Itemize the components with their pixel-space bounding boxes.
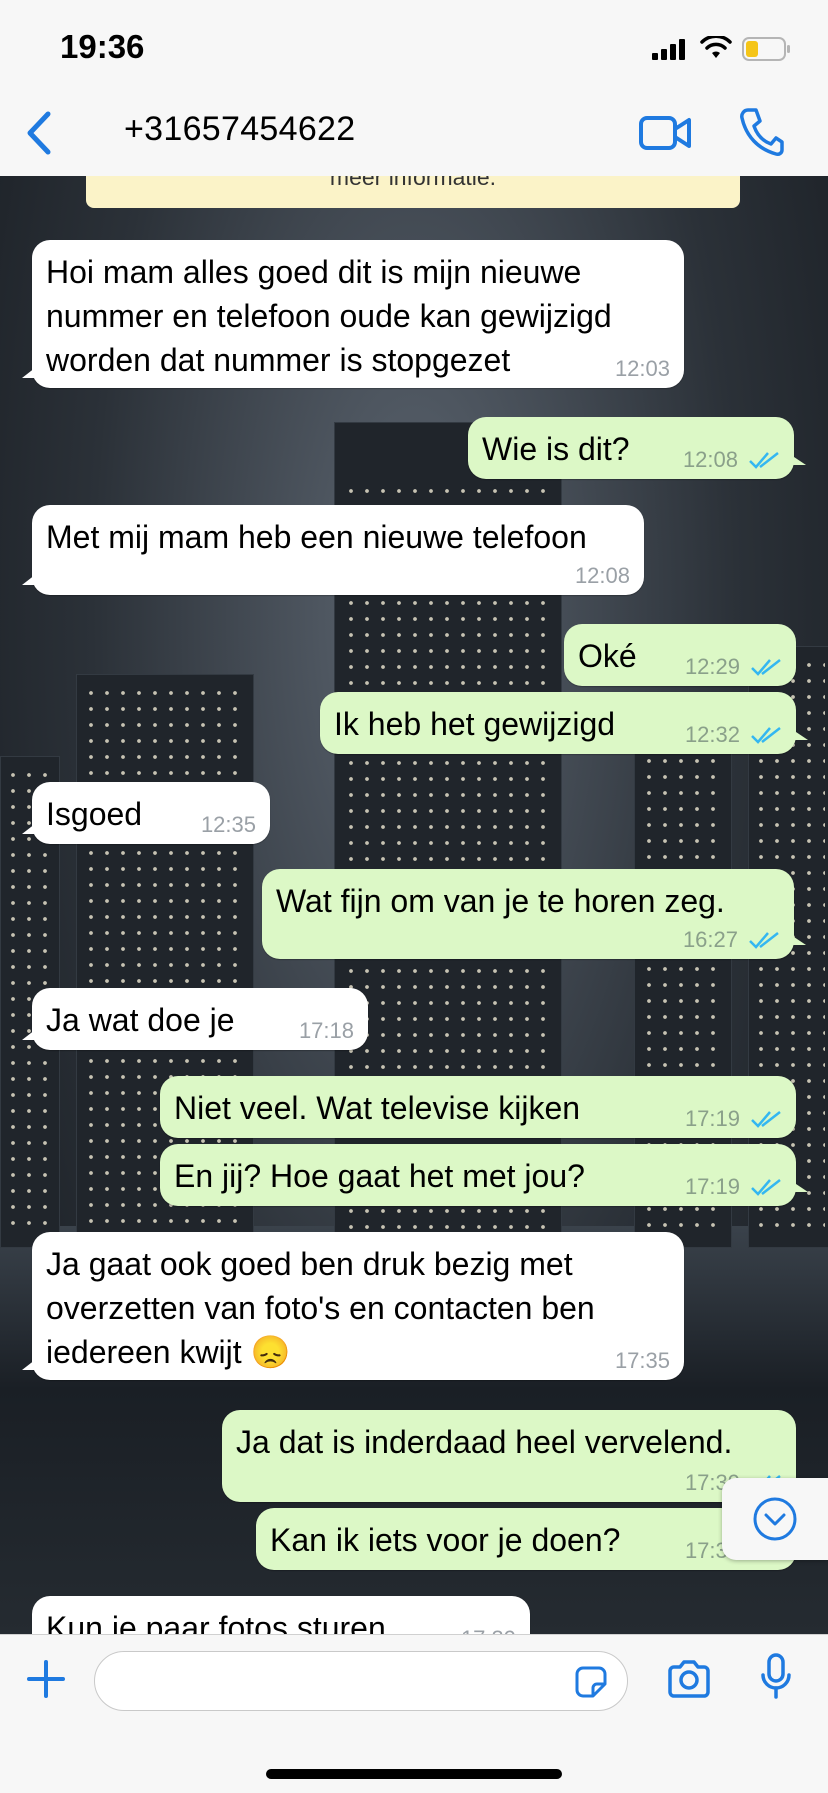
message-bubble-outgoing[interactable]: En jij? Hoe gaat het met jou? 17:19 xyxy=(160,1144,808,1206)
message-bubble-outgoing[interactable]: Niet veel. Wat televise kijken 17:19 xyxy=(160,1076,796,1138)
bubble-tail xyxy=(788,933,806,945)
read-receipt-icon xyxy=(751,1111,781,1128)
message-text: Niet veel. Wat televise kijken xyxy=(174,1090,581,1126)
message-text: Isgoed xyxy=(46,796,143,832)
message-time: 16:27 xyxy=(682,927,738,952)
message-composer xyxy=(0,1634,828,1793)
scroll-to-bottom-button[interactable] xyxy=(722,1478,828,1560)
message-bubble-outgoing[interactable]: Wat fijn om van je te horen zeg. 16:27 xyxy=(262,869,806,959)
message-text: Ja wat doe je xyxy=(46,1002,235,1038)
battery-icon xyxy=(742,37,790,61)
message-time: 12:32 xyxy=(684,722,740,747)
read-receipt-icon xyxy=(749,932,779,949)
message-bubble-incoming[interactable]: Ja gaat ook goed ben druk bezig met over… xyxy=(22,1232,684,1380)
bubble-tail xyxy=(22,1356,40,1370)
microphone-icon[interactable] xyxy=(760,1653,792,1701)
info-banner[interactable]: meer informatie. xyxy=(86,176,740,208)
message-text: Kun je paar fotos sturen xyxy=(46,1610,386,1634)
banner-text: meer informatie. xyxy=(329,176,497,190)
read-receipt-icon xyxy=(751,659,781,676)
message-time: 12:08 xyxy=(574,563,630,588)
chat-header: +31657454622 xyxy=(0,92,828,177)
bubble-tail xyxy=(22,364,40,378)
wifi-icon xyxy=(700,36,732,58)
message-text: Kan ik iets voor je doen? xyxy=(270,1522,621,1558)
message-time: 12:29 xyxy=(684,654,740,679)
video-call-icon[interactable] xyxy=(638,110,692,156)
message-time: 12:35 xyxy=(200,812,256,837)
message-bubble-incoming[interactable]: Met mij mam heb een nieuwe telefoon 12:0… xyxy=(22,505,644,595)
bubble-tail xyxy=(790,1180,808,1192)
message-input[interactable] xyxy=(94,1651,628,1711)
message-bubble-outgoing[interactable]: Kan ik iets voor je doen? 17:39 xyxy=(256,1508,808,1570)
message-time: 17:39 xyxy=(461,1626,516,1634)
status-bar: 19:36 xyxy=(0,0,828,92)
cellular-signal-icon xyxy=(652,39,685,60)
message-text: Wat fijn om van je te horen zeg. xyxy=(276,883,725,919)
message-text: Ik heb het gewijzigd xyxy=(334,706,616,742)
message-bubble-incoming[interactable]: Isgoed 12:35 xyxy=(22,782,270,844)
bubble-tail xyxy=(22,820,40,834)
home-indicator xyxy=(266,1769,562,1779)
bubble-tail xyxy=(22,1026,40,1040)
message-text: En jij? Hoe gaat het met jou? xyxy=(174,1158,585,1194)
message-time: 17:19 xyxy=(684,1174,740,1199)
bubble-tail xyxy=(22,571,40,585)
message-time: 12:03 xyxy=(614,356,670,381)
message-bubble-outgoing[interactable]: Wie is dit? 12:08 xyxy=(468,417,806,479)
message-text: Ja dat is inderdaad heel vervelend. xyxy=(236,1424,733,1460)
message-time: 17:18 xyxy=(298,1018,354,1043)
plus-icon[interactable] xyxy=(26,1659,66,1699)
message-bubble-incoming[interactable]: Hoi mam alles goed dit is mijn nieuwe nu… xyxy=(22,240,684,388)
message-text: Ja gaat ook goed ben druk bezig met over… xyxy=(46,1246,595,1370)
message-bubble-outgoing[interactable]: Oké 12:29 xyxy=(564,624,796,686)
message-bubble-incoming[interactable]: Ja wat doe je 17:18 xyxy=(22,988,368,1050)
message-text: Met mij mam heb een nieuwe telefoon xyxy=(46,519,587,555)
message-time: 17:35 xyxy=(614,1348,670,1373)
read-receipt-icon xyxy=(751,727,781,744)
message-time: 17:19 xyxy=(684,1106,740,1131)
chevron-left-icon[interactable] xyxy=(24,110,54,156)
message-text: Oké xyxy=(578,638,637,674)
read-receipt-icon xyxy=(751,1179,781,1196)
sticker-icon[interactable] xyxy=(573,1664,609,1700)
message-bubble-incoming[interactable]: Kun je paar fotos sturen 17:39 xyxy=(32,1596,530,1634)
message-bubble-outgoing[interactable]: Ja dat is inderdaad heel vervelend. 17:3… xyxy=(222,1410,796,1502)
read-receipt-icon xyxy=(749,452,779,469)
message-bubble-outgoing[interactable]: Ik heb het gewijzigd 12:32 xyxy=(320,692,808,754)
chat-background: meer informatie. Hoi mam alles goed dit … xyxy=(0,176,828,1634)
message-text: Hoi mam alles goed dit is mijn nieuwe nu… xyxy=(46,254,612,378)
camera-icon[interactable] xyxy=(666,1659,712,1699)
message-time: 12:08 xyxy=(682,447,738,472)
bubble-tail xyxy=(788,453,806,465)
chevron-down-circle-icon xyxy=(753,1497,797,1541)
contact-name[interactable]: +31657454622 xyxy=(124,110,355,149)
phone-icon[interactable] xyxy=(738,106,784,158)
bubble-tail xyxy=(790,728,808,740)
message-text: Wie is dit? xyxy=(482,431,630,467)
status-time: 19:36 xyxy=(60,28,145,65)
